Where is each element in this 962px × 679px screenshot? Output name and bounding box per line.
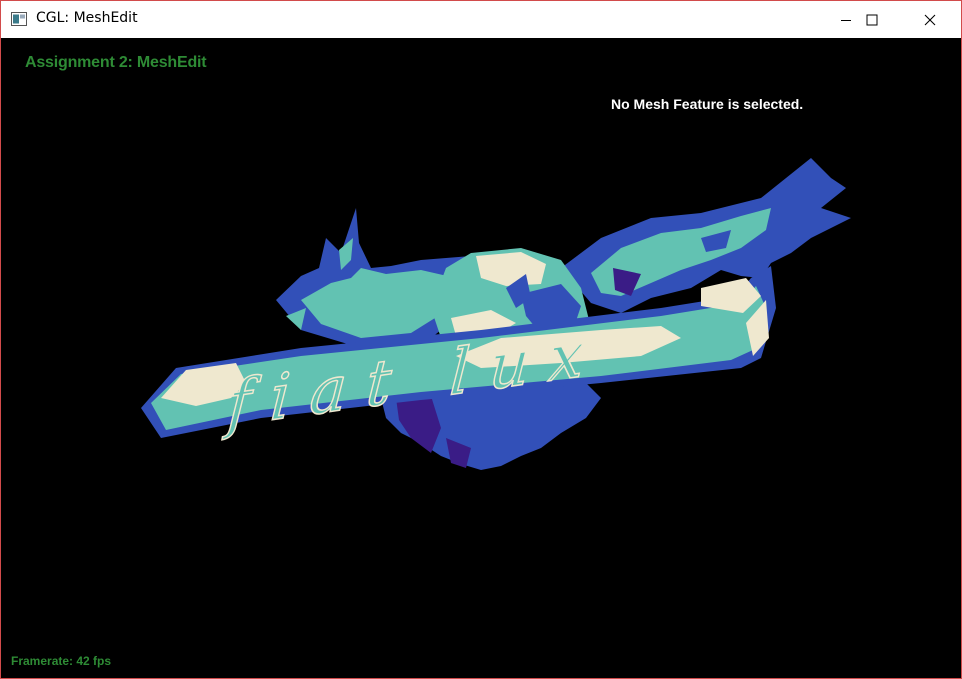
app-window-icon	[11, 12, 27, 26]
close-icon	[924, 14, 936, 25]
render-viewport[interactable]: fiat lux Assignment 2: MeshEdit No Mesh …	[1, 38, 961, 678]
maximize-icon	[866, 14, 878, 25]
app-window: CGL: MeshEdit fiat lux Assignment 2: Mes…	[0, 0, 962, 679]
close-button[interactable]	[907, 1, 953, 38]
framerate-readout: Framerate: 42 fps	[11, 654, 112, 668]
title-bar[interactable]: CGL: MeshEdit	[1, 1, 961, 38]
window-title: CGL: MeshEdit	[36, 10, 138, 26]
mesh-render[interactable]: fiat lux	[1, 38, 961, 678]
maximize-button[interactable]	[849, 1, 895, 38]
assignment-title: Assignment 2: MeshEdit	[25, 54, 207, 71]
selection-status: No Mesh Feature is selected.	[611, 96, 804, 112]
